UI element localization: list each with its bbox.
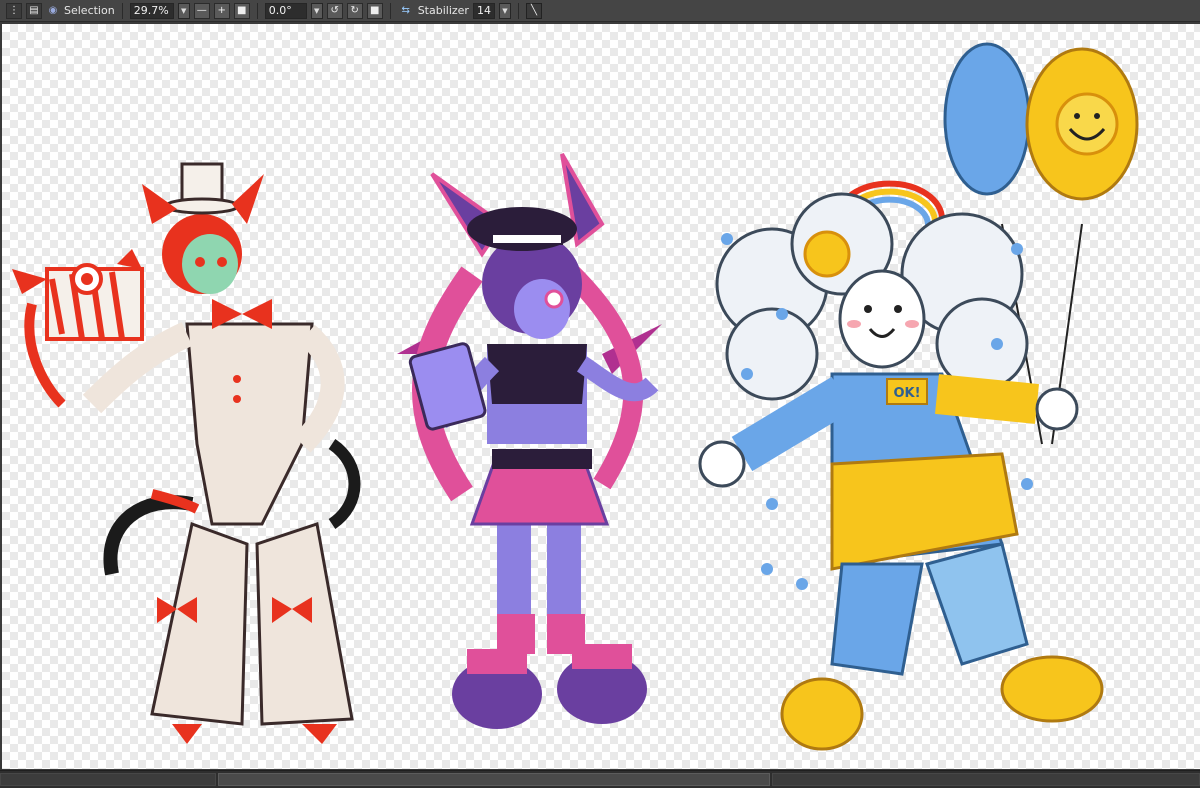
menu-icon[interactable]: ⋮ <box>6 2 22 19</box>
horizontal-scrollbar[interactable] <box>0 770 1200 788</box>
artwork-layer: OK! <box>12 42 1139 751</box>
rotation-field[interactable]: 0.0° <box>264 2 307 19</box>
ok-badge-text: OK! <box>893 386 920 401</box>
scroll-track-left[interactable] <box>0 773 216 786</box>
character-purple-bat-punk <box>397 153 662 729</box>
fit-icon[interactable]: ■ <box>233 2 250 19</box>
flip-icon[interactable]: ⇆ <box>398 3 414 19</box>
zoom-in-icon[interactable]: + <box>213 2 230 19</box>
eye-icon[interactable]: ◉ <box>46 3 60 19</box>
zoom-out-icon[interactable]: — <box>193 2 210 19</box>
stack-icon[interactable]: ▤ <box>26 2 42 19</box>
stabilizer-label: Stabilizer <box>417 4 469 17</box>
selection-label: Selection <box>64 4 115 17</box>
zoom-dropdown[interactable]: ▼ <box>177 2 190 19</box>
stabilizer-dropdown[interactable]: ▼ <box>498 2 511 19</box>
canvas-toolbar: ⋮ ▤ ◉ Selection 29.7% ▼ — + ■ 0.0° ▼ ↺ ↻… <box>0 0 1200 22</box>
rotation-dropdown[interactable]: ▼ <box>310 2 323 19</box>
pen-icon[interactable]: ╲ <box>525 2 542 19</box>
reset-rotation-icon[interactable]: ■ <box>366 2 383 19</box>
rotate-right-icon[interactable]: ↻ <box>346 2 363 19</box>
rotate-left-icon[interactable]: ↺ <box>326 2 343 19</box>
scroll-track-right[interactable] <box>772 773 1200 786</box>
character-red-white-clown <box>12 162 361 744</box>
zoom-field[interactable]: 29.7% <box>129 2 174 19</box>
stabilizer-field[interactable]: 14 <box>472 2 495 19</box>
character-cloud-clown: OK! <box>698 42 1139 751</box>
drawing-canvas[interactable]: OK! <box>2 24 1200 769</box>
scroll-thumb[interactable] <box>218 773 770 786</box>
